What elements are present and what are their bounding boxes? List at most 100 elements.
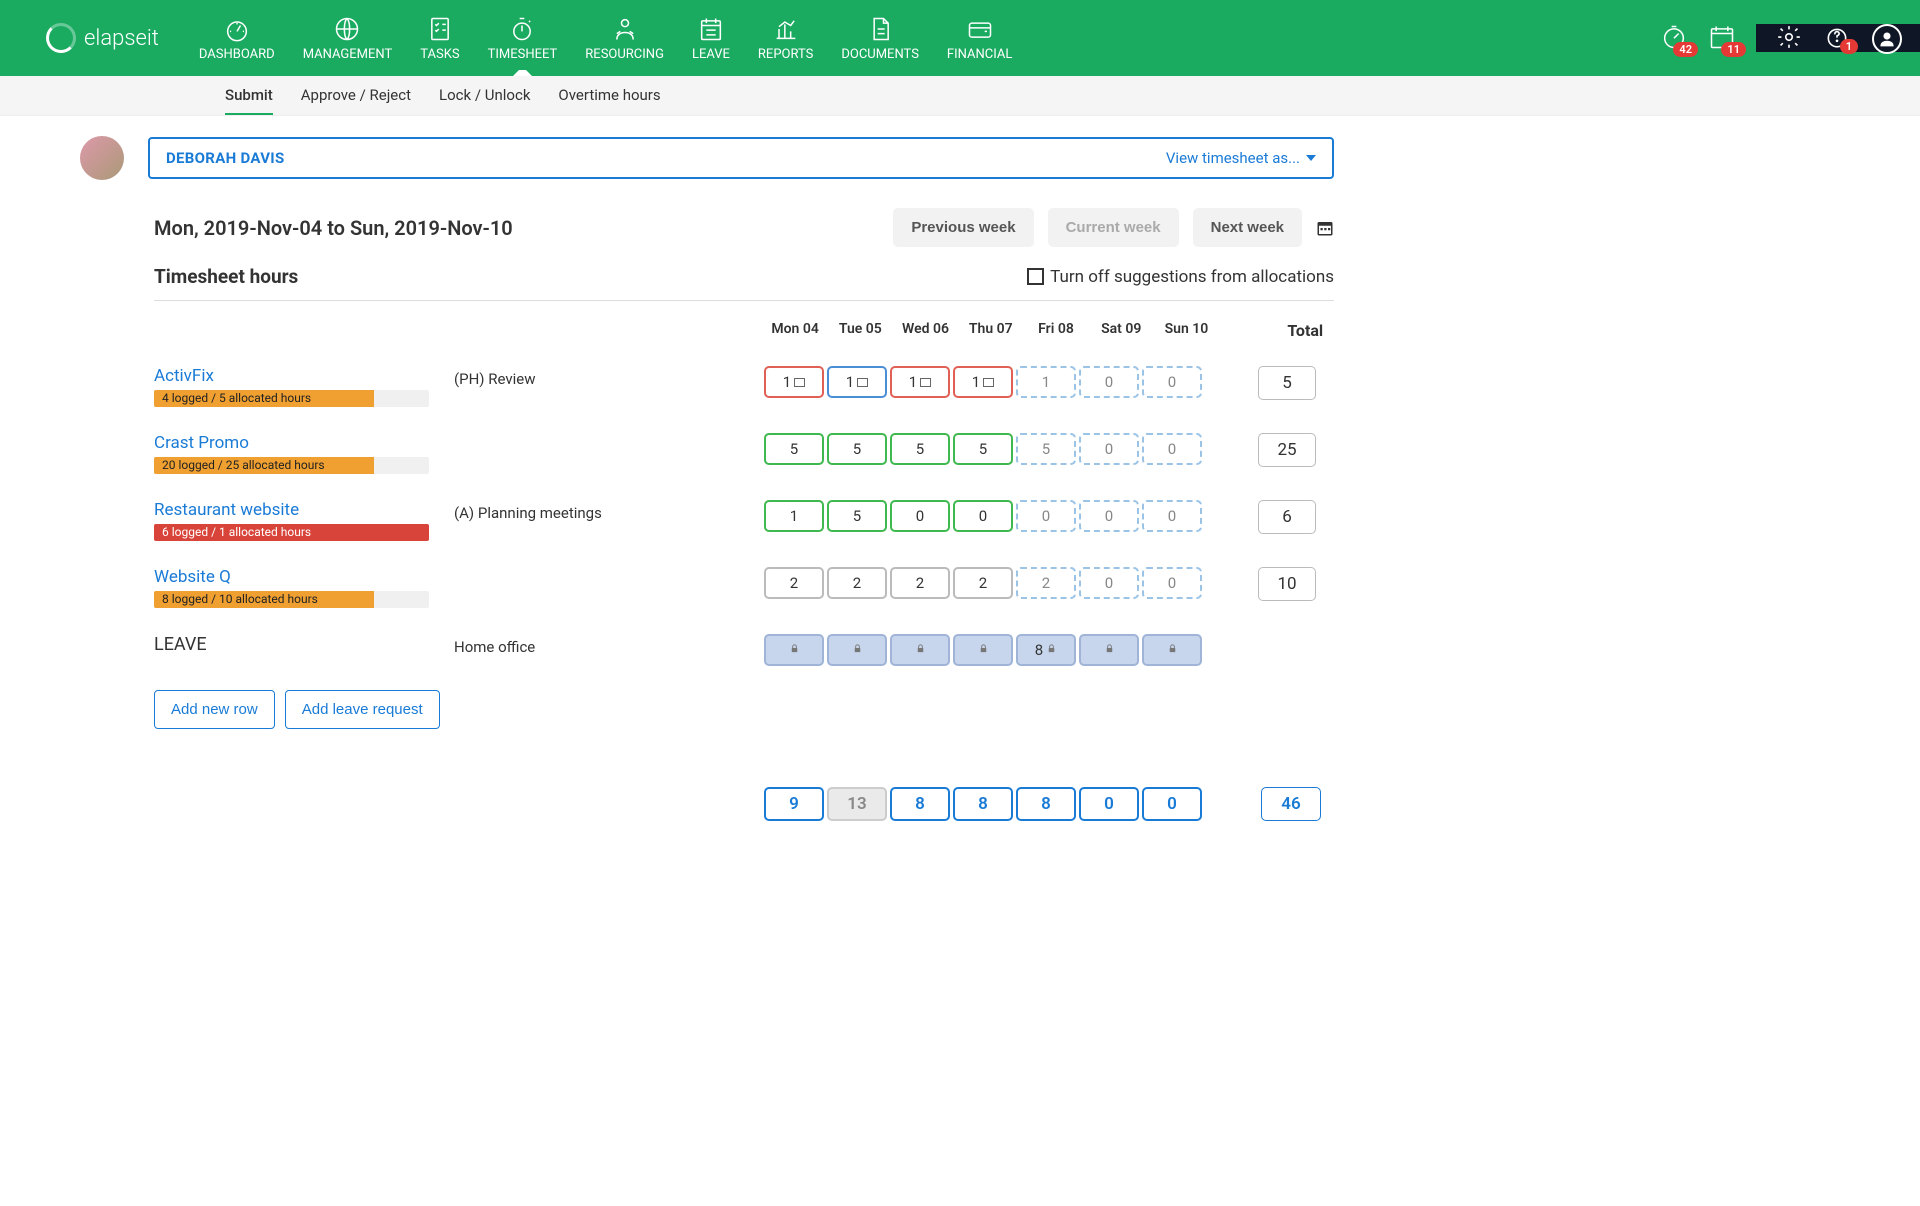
timer-icon[interactable]: 42 [1660, 23, 1690, 53]
logo[interactable]: elapseit [0, 0, 185, 76]
nav-resourcing[interactable]: RESOURCING [571, 0, 678, 76]
project-row: Website Q8 logged / 10 allocated hours22… [154, 567, 1334, 608]
project-link[interactable]: Restaurant website [154, 500, 454, 520]
nav-label: TIMESHEET [488, 47, 558, 62]
hour-cell[interactable]: 0 [890, 500, 950, 532]
dashboard-icon [223, 15, 251, 43]
subnav-overtime-hours[interactable]: Overtime hours [558, 76, 660, 115]
project-link[interactable]: ActivFix [154, 366, 454, 386]
user-avatar[interactable] [80, 136, 124, 180]
hour-cell[interactable]: 1 [764, 500, 824, 532]
hour-cell[interactable]: 2 [890, 567, 950, 599]
progress-bar: 6 logged / 1 allocated hours [154, 524, 429, 541]
user-menu-icon[interactable] [1872, 24, 1900, 52]
hour-cell[interactable]: 5 [827, 500, 887, 532]
nav-financial[interactable]: FINANCIAL [933, 0, 1026, 76]
settings-icon[interactable] [1776, 24, 1804, 52]
hour-cell[interactable]: 1 [890, 366, 950, 398]
hour-cell[interactable]: 2 [764, 567, 824, 599]
previous-week-button[interactable]: Previous week [893, 208, 1033, 247]
leave-phase: Home office [454, 634, 764, 656]
nav-leave[interactable]: LEAVE [678, 0, 744, 76]
hour-cell[interactable]: 5 [890, 433, 950, 465]
hour-cell[interactable]: 0 [1142, 567, 1202, 599]
progress-fill: 20 logged / 25 allocated hours [154, 457, 374, 474]
view-timesheet-as[interactable]: View timesheet as... [1166, 149, 1316, 167]
lock-icon [852, 641, 863, 659]
hour-cell[interactable]: 1 [827, 366, 887, 398]
user-bar: DEBORAH DAVIS View timesheet as... [148, 137, 1334, 179]
globe-icon [333, 15, 361, 43]
hour-cell[interactable]: 5 [827, 433, 887, 465]
hour-cell[interactable]: 0 [1079, 567, 1139, 599]
subnav-submit[interactable]: Submit [225, 76, 273, 115]
row-total: 6 [1258, 500, 1316, 534]
hour-cell[interactable]: 5 [953, 433, 1013, 465]
calendar-notif-icon[interactable]: 11 [1708, 23, 1738, 53]
hour-cell[interactable]: 0 [1079, 366, 1139, 398]
nav-timesheet[interactable]: TIMESHEET [474, 0, 572, 76]
hour-cell[interactable]: 1 [764, 366, 824, 398]
person-icon [611, 15, 639, 43]
note-icon [983, 378, 994, 387]
nav-management[interactable]: MANAGEMENT [289, 0, 407, 76]
leave-cal-icon [697, 15, 725, 43]
phase-label [454, 433, 764, 437]
hour-cell[interactable]: 0 [1142, 366, 1202, 398]
row-total: 10 [1258, 567, 1316, 601]
grand-total: 46 [1261, 787, 1321, 821]
hour-cell[interactable]: 1 [953, 366, 1013, 398]
lock-icon [789, 641, 800, 659]
add-leave-request-button[interactable]: Add leave request [285, 690, 440, 729]
hour-cell[interactable]: 0 [1016, 500, 1076, 532]
doc-icon [866, 15, 894, 43]
lock-icon [1046, 641, 1057, 659]
view-as-label: View timesheet as... [1166, 149, 1300, 167]
nav-tasks[interactable]: TASKS [406, 0, 473, 76]
sub-nav: Submit Approve / Reject Lock / Unlock Overt… [0, 76, 1920, 116]
hour-cell[interactable]: 2 [1016, 567, 1076, 599]
hour-cell[interactable]: 0 [1079, 433, 1139, 465]
hour-cell[interactable]: 0 [1142, 500, 1202, 532]
hour-cell[interactable]: 2 [953, 567, 1013, 599]
hour-cell[interactable]: 0 [1079, 500, 1139, 532]
help-badge: 1 [1840, 39, 1858, 54]
progress-bar: 8 logged / 10 allocated hours [154, 591, 429, 608]
toggle-label: Turn off suggestions from allocations [1050, 267, 1334, 287]
nav-dashboard[interactable]: DASHBOARD [185, 0, 289, 76]
hour-cell[interactable]: 0 [1142, 433, 1202, 465]
help-icon[interactable]: 1 [1824, 24, 1852, 52]
hour-cell[interactable]: 1 [1016, 366, 1076, 398]
caret-down-icon [1306, 155, 1316, 161]
row-total: 25 [1258, 433, 1316, 467]
toggle-suggestions[interactable]: Turn off suggestions from allocations [1027, 267, 1334, 287]
checkbox-icon [1027, 268, 1044, 285]
current-week-button[interactable]: Current week [1048, 208, 1179, 247]
subnav-lock-unlock[interactable]: Lock / Unlock [439, 76, 530, 115]
nav-documents[interactable]: DOCUMENTS [827, 0, 933, 76]
progress-fill: 6 logged / 1 allocated hours [154, 524, 429, 541]
hour-cell[interactable]: 2 [827, 567, 887, 599]
nav-reports[interactable]: REPORTS [744, 0, 827, 76]
hour-cell[interactable]: 5 [1016, 433, 1076, 465]
leave-value: 8 [1035, 641, 1043, 659]
subnav-approve-reject[interactable]: Approve / Reject [301, 76, 411, 115]
nav-label: RESOURCING [585, 47, 664, 62]
calendar-badge: 11 [1721, 42, 1746, 57]
calendar-picker-icon[interactable] [1316, 219, 1334, 237]
nav-label: REPORTS [758, 47, 813, 62]
day-header: Mon 04 [764, 321, 826, 340]
section-title: Timesheet hours [154, 265, 298, 288]
next-week-button[interactable]: Next week [1193, 208, 1302, 247]
leave-cell [953, 634, 1013, 666]
project-row: ActivFix4 logged / 5 allocated hours(PH)… [154, 366, 1334, 407]
note-icon [857, 378, 868, 387]
add-new-row-button[interactable]: Add new row [154, 690, 275, 729]
project-link[interactable]: Website Q [154, 567, 454, 587]
leave-cell [764, 634, 824, 666]
day-total: 8 [953, 787, 1013, 821]
project-link[interactable]: Crast Promo [154, 433, 454, 453]
hour-cell[interactable]: 5 [764, 433, 824, 465]
leave-cell [890, 634, 950, 666]
hour-cell[interactable]: 0 [953, 500, 1013, 532]
